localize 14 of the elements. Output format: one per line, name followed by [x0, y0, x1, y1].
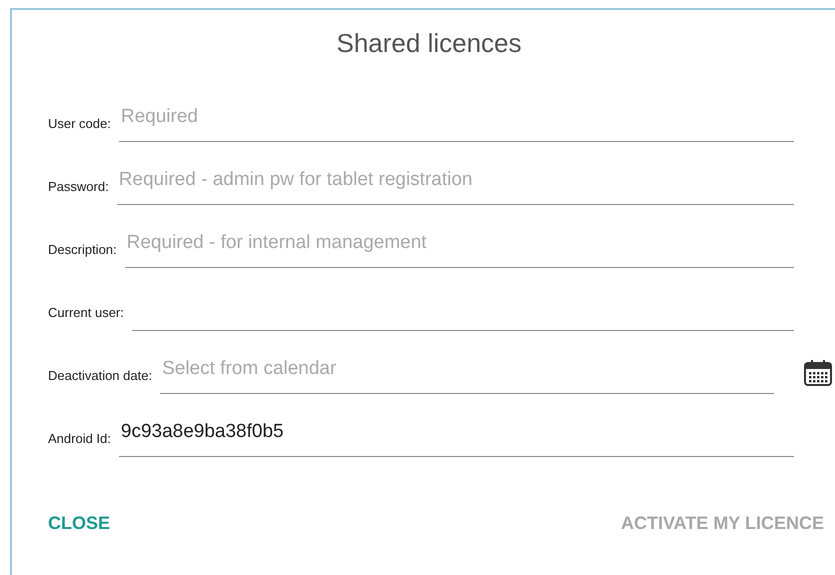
calendar-icon[interactable]	[804, 360, 832, 386]
field-label: Deactivation date:	[48, 368, 152, 385]
field-label: User code:	[48, 116, 111, 133]
close-button[interactable]: CLOSE	[48, 509, 110, 538]
field-label: Android Id:	[48, 431, 111, 448]
input-field[interactable]: Required - admin pw for tablet registration	[116, 162, 794, 205]
field-label: Current user:	[48, 305, 124, 322]
input-field[interactable]: Select from calendar	[160, 351, 774, 394]
input-field[interactable]: 9c93a8e9ba38f0b5	[118, 414, 794, 457]
dialog-title: Shared licences	[336, 27, 522, 60]
input-field[interactable]: Required	[118, 99, 794, 142]
input-field[interactable]: Required - for internal management	[124, 225, 794, 268]
field-label: Password:	[48, 179, 109, 196]
field-label: Description:	[48, 242, 117, 259]
